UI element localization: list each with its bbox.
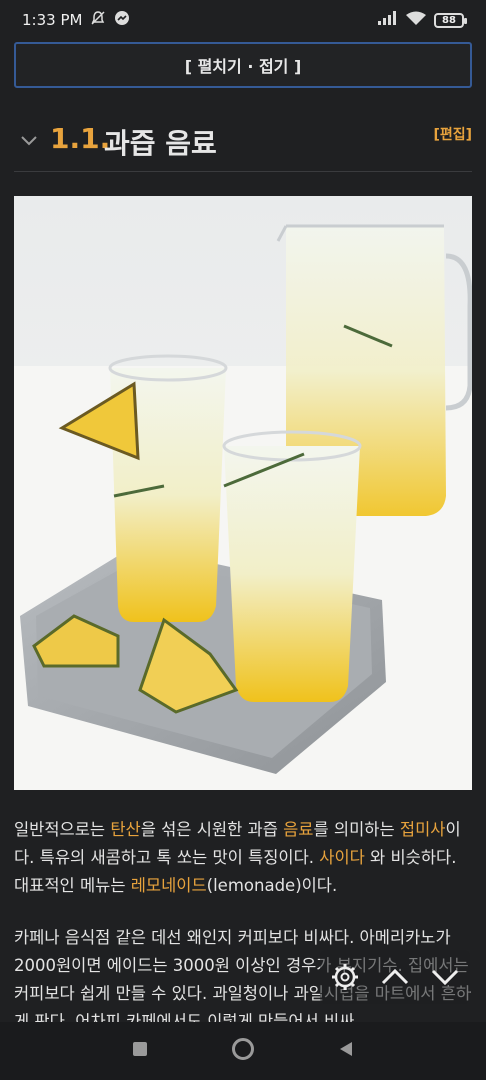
back-triangle-icon[interactable] <box>338 1041 354 1061</box>
floating-controls <box>320 950 470 1004</box>
section-title: 과즙 음료 <box>104 127 217 160</box>
status-right: 88 <box>378 11 467 30</box>
link-suffix[interactable]: 접미사 <box>400 820 446 839</box>
battery-icon: 88 <box>434 12 467 28</box>
scroll-up-icon[interactable] <box>374 956 416 998</box>
signal-icon <box>378 11 398 29</box>
system-nav-bar <box>0 1022 486 1080</box>
section-number: 1.1. <box>50 122 111 155</box>
edit-link[interactable]: [편집] <box>433 124 472 144</box>
status-bar: 1:33 PM 88 <box>0 0 486 40</box>
recents-square-icon[interactable] <box>132 1041 148 1061</box>
settings-gear-icon[interactable] <box>324 956 366 998</box>
home-circle-icon[interactable] <box>231 1037 255 1065</box>
status-left: 1:33 PM <box>22 10 130 30</box>
messenger-icon <box>114 10 130 30</box>
article-paragraph-1: 일반적으로는 탄산을 섞은 시원한 과즙 음료를 의미하는 접미사이다. 특유의… <box>14 816 472 900</box>
text-segment: 을 섞은 시원한 과즙 <box>140 820 284 839</box>
link-carbonation[interactable]: 탄산 <box>110 820 140 839</box>
scroll-down-icon[interactable] <box>424 956 466 998</box>
text-segment: 를 의미하는 <box>313 820 400 839</box>
text-segment: 일반적으로는 <box>14 820 111 839</box>
fold-toggle-button[interactable]: [ 펼치기 · 접기 ] <box>14 42 472 88</box>
wifi-icon <box>406 11 426 30</box>
dnd-off-icon <box>90 10 106 30</box>
section-heading[interactable]: 1.1. 과즙 음료 [편집] <box>14 112 472 172</box>
status-time: 1:33 PM <box>22 11 83 29</box>
link-lemonade[interactable]: 레모네이드 <box>131 876 207 895</box>
chevron-down-icon[interactable] <box>20 132 38 151</box>
link-cider[interactable]: 사이다 <box>319 848 365 867</box>
ade-drink-photo <box>14 196 472 790</box>
text-segment: (lemonade)이다. <box>206 876 338 895</box>
link-beverage[interactable]: 음료 <box>283 820 313 839</box>
